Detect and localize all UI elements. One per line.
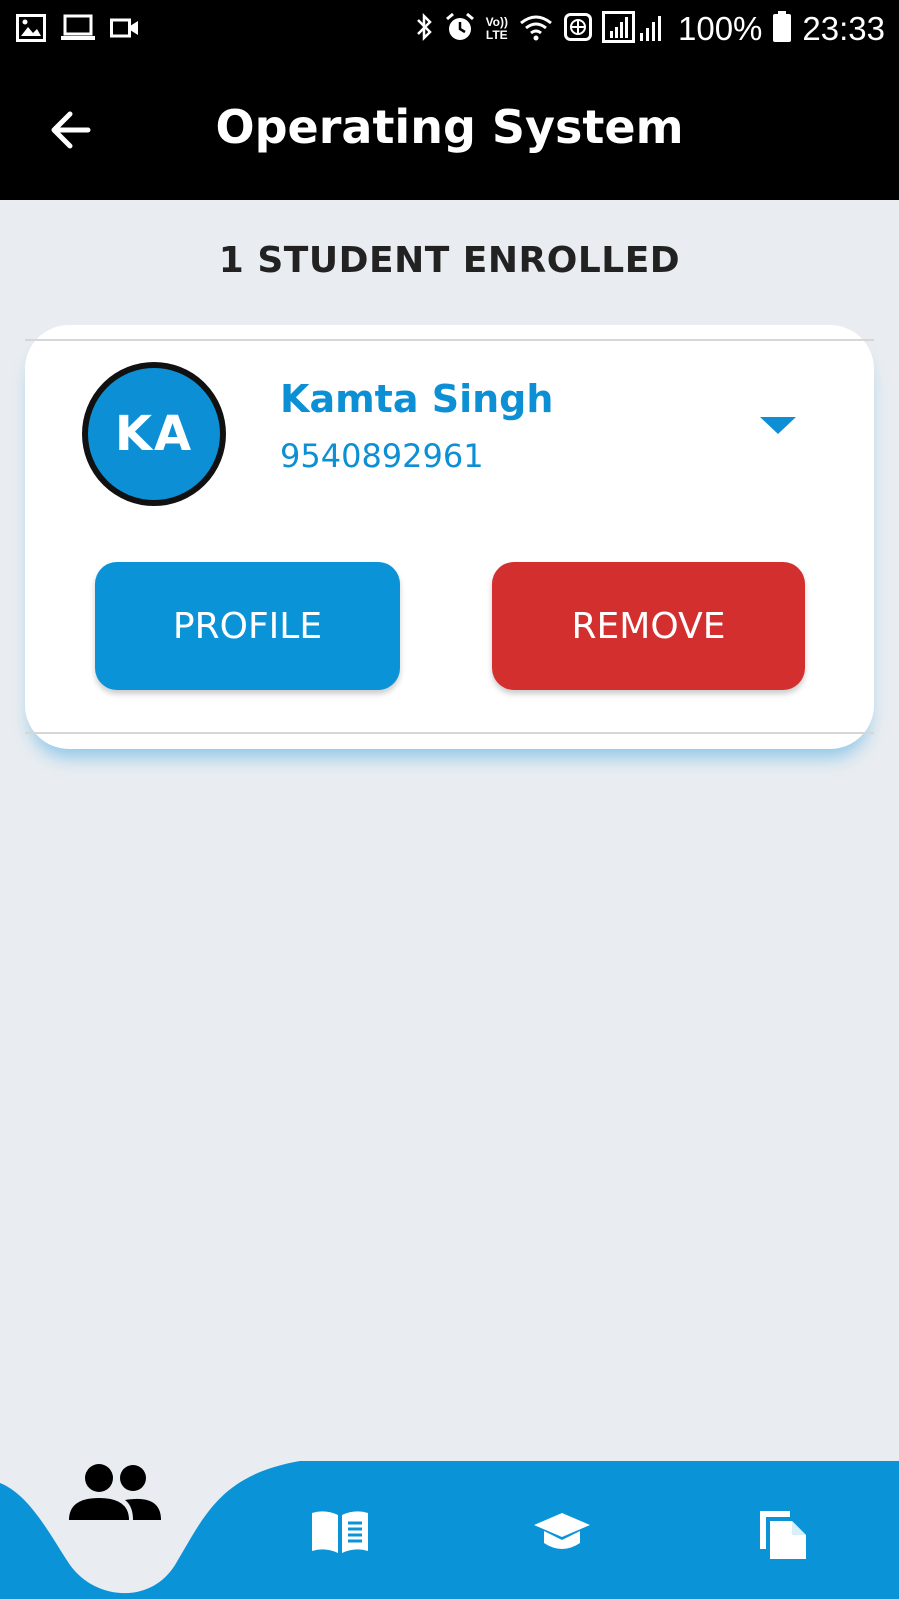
graduation-cap-icon [532, 1509, 592, 1559]
divider [25, 339, 874, 341]
nav-item-students[interactable] [55, 1455, 175, 1535]
signal-icon [602, 11, 668, 47]
divider [25, 732, 874, 734]
battery-icon [772, 11, 792, 47]
alarm-icon [444, 11, 476, 47]
volte-icon: Vo)) LTE [485, 15, 508, 42]
clock: 23:33 [802, 10, 885, 47]
nav-item-courses[interactable] [300, 1499, 380, 1569]
image-icon [16, 14, 46, 46]
status-left-icons [16, 14, 140, 46]
battery-percent: 100% [678, 10, 763, 47]
people-icon [67, 1462, 163, 1528]
laptop-icon [60, 14, 96, 46]
status-right-icons: Vo)) LTE 100% 23:33 [414, 10, 885, 48]
student-card: KA Kamta Singh 9540892961 PROFILE REMOVE [25, 325, 874, 749]
student-phone: 9540892961 [280, 437, 484, 475]
avatar: KA [82, 362, 226, 506]
wifi-icon [518, 12, 554, 46]
nav-item-documents[interactable] [742, 1495, 822, 1571]
vpn-icon [564, 13, 592, 45]
nav-item-classes[interactable] [522, 1499, 602, 1569]
video-icon [110, 16, 140, 44]
status-bar: Vo)) LTE 100% 23:33 [0, 0, 899, 62]
documents-icon [756, 1501, 808, 1565]
app-bar: Operating System [0, 62, 899, 200]
profile-button[interactable]: PROFILE [95, 562, 400, 690]
student-name: Kamta Singh [280, 377, 554, 421]
bluetooth-icon [414, 11, 434, 47]
expand-button[interactable] [758, 413, 808, 443]
bottom-navigation [0, 1455, 899, 1599]
book-icon [310, 1509, 370, 1559]
page-title: Operating System [215, 100, 684, 154]
enrolled-count-heading: 1 STUDENT ENROLLED [218, 240, 681, 281]
remove-button[interactable]: REMOVE [492, 562, 805, 690]
caret-down-icon [758, 417, 798, 439]
